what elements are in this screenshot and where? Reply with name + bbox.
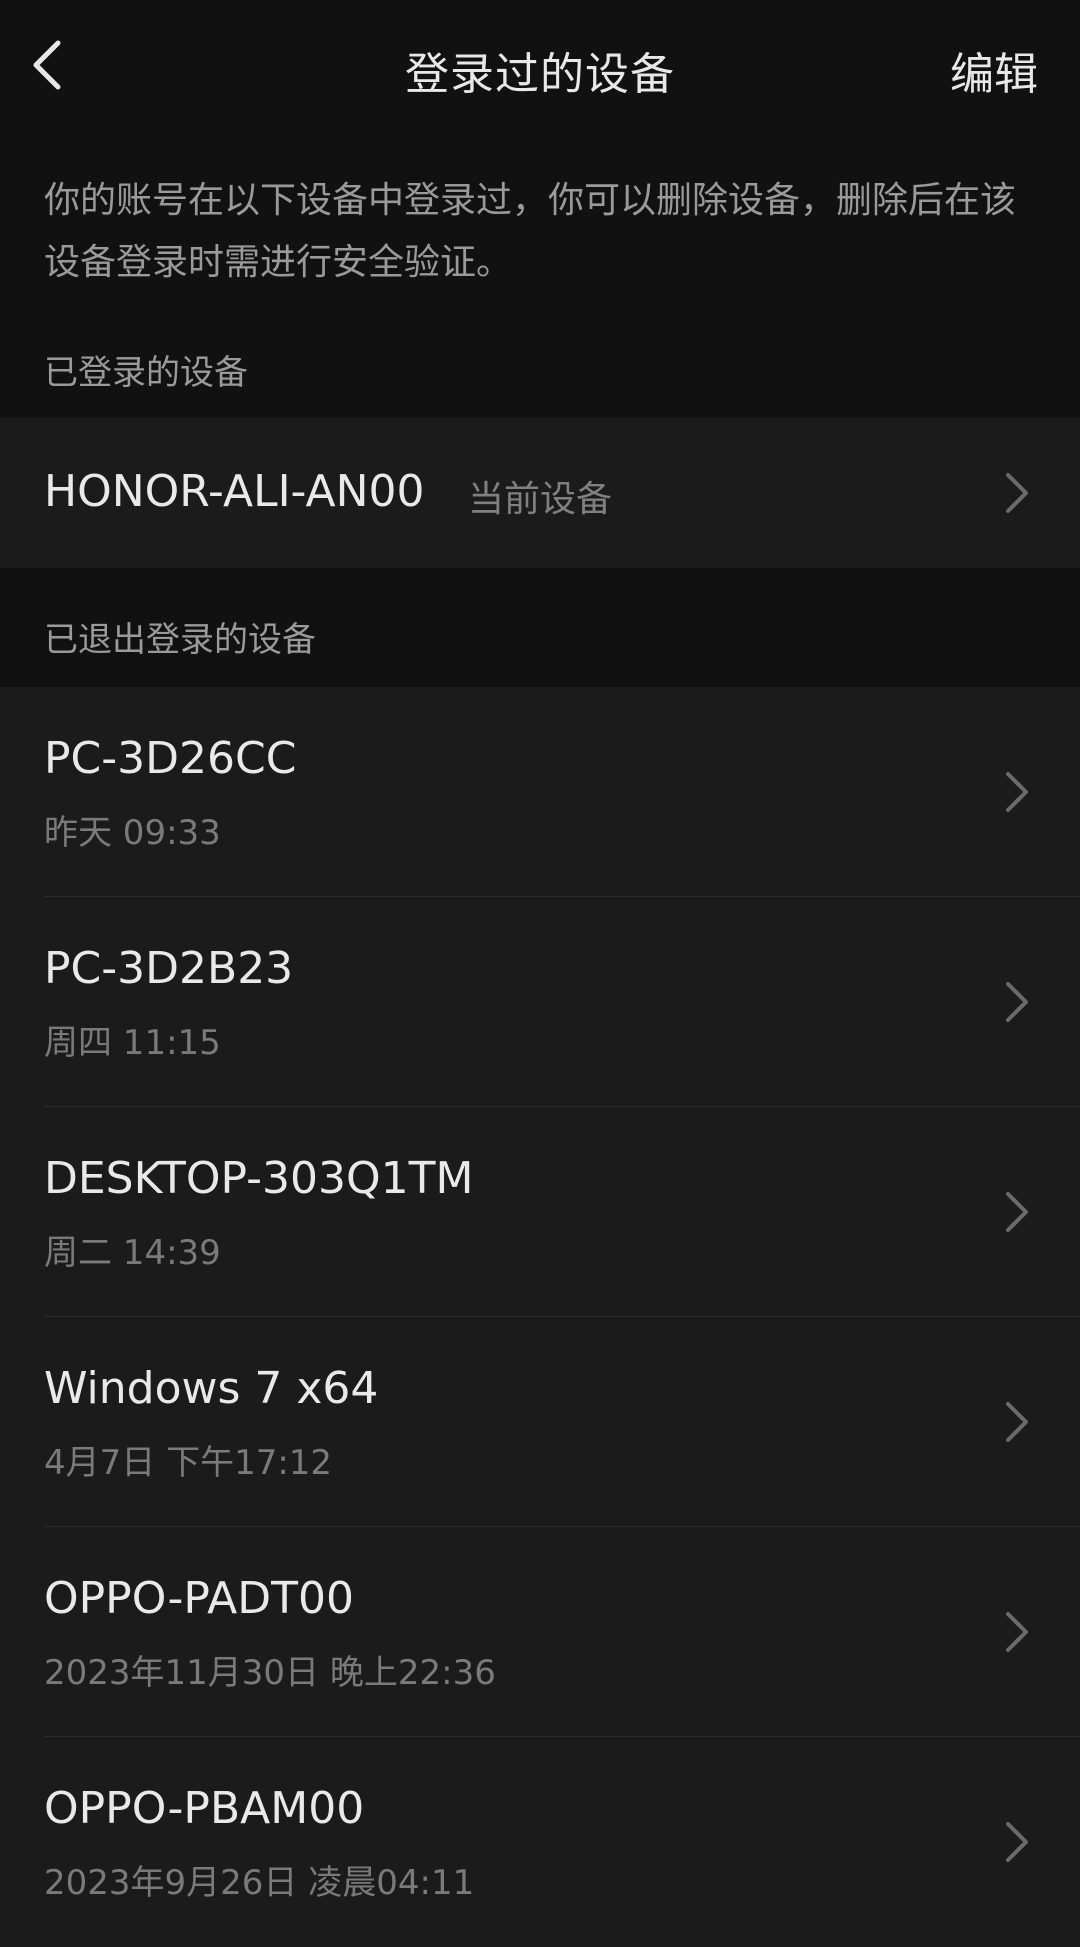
chevron-right-icon bbox=[1006, 1822, 1028, 1862]
device-name: OPPO-PADT00 bbox=[44, 1573, 354, 1624]
section-label-logged-in: 已登录的设备 bbox=[44, 353, 248, 393]
chevron-right-icon bbox=[1006, 982, 1028, 1022]
logged-out-devices-card: PC-3D26CC 昨天 09:33 PC-3D2B23 周四 11:15 DE… bbox=[0, 687, 1080, 1947]
list-item[interactable]: Windows 7 x64 4月7日 下午17:12 bbox=[0, 1317, 1080, 1527]
edit-button[interactable]: 编辑 bbox=[950, 38, 1038, 102]
device-name: DESKTOP-303Q1TM bbox=[44, 1153, 474, 1204]
device-name: PC-3D26CC bbox=[44, 733, 297, 784]
chevron-right-icon bbox=[1006, 1612, 1028, 1652]
device-name: Windows 7 x64 bbox=[44, 1363, 379, 1414]
device-name: OPPO-PBAM00 bbox=[44, 1783, 365, 1834]
list-item[interactable]: OPPO-PBAM00 2023年9月26日 凌晨04:11 bbox=[0, 1737, 1080, 1947]
current-device-row[interactable]: HONOR-ALI-AN00 当前设备 bbox=[0, 418, 1080, 568]
chevron-right-icon bbox=[1006, 473, 1028, 513]
device-last-login: 昨天 09:33 bbox=[44, 813, 221, 853]
device-last-login: 周二 14:39 bbox=[44, 1233, 221, 1273]
list-item[interactable]: PC-3D2B23 周四 11:15 bbox=[0, 897, 1080, 1107]
list-item[interactable]: DESKTOP-303Q1TM 周二 14:39 bbox=[0, 1107, 1080, 1317]
chevron-right-icon bbox=[1006, 772, 1028, 812]
section-label-logged-out: 已退出登录的设备 bbox=[44, 620, 316, 660]
device-name: PC-3D2B23 bbox=[44, 943, 294, 994]
current-device-card: HONOR-ALI-AN00 当前设备 bbox=[0, 418, 1080, 568]
device-last-login: 2023年11月30日 晚上22:36 bbox=[44, 1653, 496, 1693]
device-last-login: 2023年9月26日 凌晨04:11 bbox=[44, 1863, 475, 1903]
device-name: HONOR-ALI-AN00 bbox=[44, 466, 425, 517]
list-item[interactable]: PC-3D26CC 昨天 09:33 bbox=[0, 687, 1080, 897]
current-device-badge: 当前设备 bbox=[468, 479, 613, 520]
chevron-right-icon bbox=[1006, 1192, 1028, 1232]
page-title: 登录过的设备 bbox=[405, 49, 675, 100]
description-text: 你的账号在以下设备中登录过，你可以删除设备，删除后在该设备登录时需进行安全验证。 bbox=[44, 180, 1017, 283]
top-bar: 登录过的设备 编辑 bbox=[0, 0, 1080, 140]
device-last-login: 4月7日 下午17:12 bbox=[44, 1443, 333, 1483]
device-last-login: 周四 11:15 bbox=[44, 1023, 221, 1063]
list-item[interactable]: OPPO-PADT00 2023年11月30日 晚上22:36 bbox=[0, 1527, 1080, 1737]
chevron-right-icon bbox=[1006, 1402, 1028, 1442]
